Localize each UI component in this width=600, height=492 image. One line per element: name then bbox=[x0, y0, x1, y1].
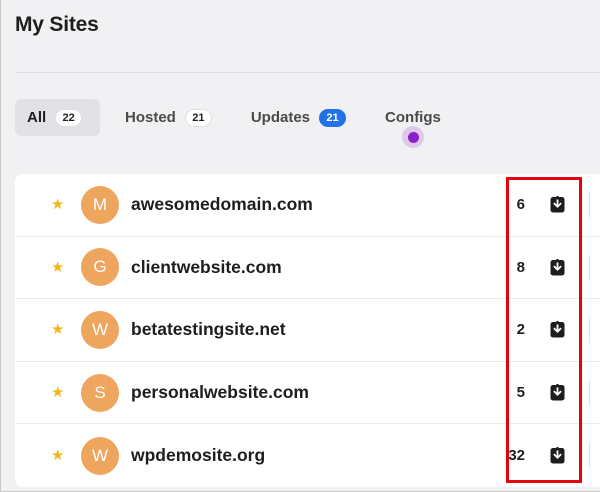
site-name[interactable]: wpdemosite.org bbox=[131, 445, 265, 466]
site-row[interactable]: ★ W wpdemosite.org 32 bbox=[15, 424, 600, 487]
row-separator bbox=[589, 442, 590, 469]
update-count: 32 bbox=[508, 447, 525, 465]
site-row[interactable]: ★ S personalwebsite.com 5 bbox=[15, 362, 600, 425]
site-name[interactable]: awesomedomain.com bbox=[131, 194, 313, 215]
tab-configs[interactable]: Configs bbox=[358, 99, 453, 148]
avatar: S bbox=[81, 373, 119, 412]
sites-list: ★ M awesomedomain.com 6 ★ G clientwebsit… bbox=[15, 174, 600, 487]
row-separator bbox=[589, 317, 590, 344]
count-badge: 22 bbox=[55, 108, 83, 127]
update-count: 8 bbox=[516, 258, 525, 276]
page-title: My Sites bbox=[15, 13, 99, 36]
update-count: 2 bbox=[516, 321, 525, 339]
count-badge: 21 bbox=[184, 108, 212, 127]
row-separator bbox=[589, 254, 590, 281]
tab-hosted[interactable]: Hosted 21 bbox=[100, 99, 224, 136]
site-row[interactable]: ★ G clientwebsite.com 8 bbox=[15, 237, 600, 300]
count-badge: 21 bbox=[319, 108, 347, 127]
site-filter-tabs: All 22 Hosted 21 Updates 21 Configs bbox=[15, 99, 453, 148]
avatar: G bbox=[81, 248, 119, 287]
download-icon[interactable] bbox=[550, 196, 565, 213]
tab-label: Hosted bbox=[125, 109, 176, 126]
site-name[interactable]: clientwebsite.com bbox=[131, 257, 282, 278]
site-name[interactable]: personalwebsite.com bbox=[131, 382, 309, 403]
star-icon[interactable]: ★ bbox=[51, 385, 64, 400]
tab-label: Configs bbox=[385, 109, 441, 126]
avatar: W bbox=[81, 436, 119, 475]
update-count: 5 bbox=[516, 384, 525, 402]
tab-all[interactable]: All 22 bbox=[15, 99, 100, 136]
star-icon[interactable]: ★ bbox=[51, 197, 64, 212]
site-row[interactable]: ★ M awesomedomain.com 6 bbox=[15, 174, 600, 237]
site-row[interactable]: ★ W betatestingsite.net 2 bbox=[15, 299, 600, 362]
row-separator bbox=[589, 379, 590, 406]
download-icon[interactable] bbox=[550, 321, 565, 338]
tab-updates[interactable]: Updates 21 bbox=[224, 99, 358, 136]
avatar: W bbox=[81, 310, 119, 349]
avatar: M bbox=[81, 185, 119, 224]
tab-label: Updates bbox=[250, 109, 311, 126]
row-separator bbox=[589, 192, 590, 218]
download-icon[interactable] bbox=[550, 258, 565, 276]
notification-dot bbox=[402, 126, 425, 148]
download-icon[interactable] bbox=[550, 384, 565, 401]
star-icon[interactable]: ★ bbox=[51, 260, 64, 275]
star-icon[interactable]: ★ bbox=[51, 322, 64, 337]
star-icon[interactable]: ★ bbox=[51, 448, 64, 463]
update-count: 6 bbox=[516, 196, 525, 214]
tab-label: All bbox=[27, 109, 47, 126]
download-icon[interactable] bbox=[550, 447, 565, 464]
header-divider bbox=[15, 72, 600, 73]
site-name[interactable]: betatestingsite.net bbox=[131, 319, 286, 340]
